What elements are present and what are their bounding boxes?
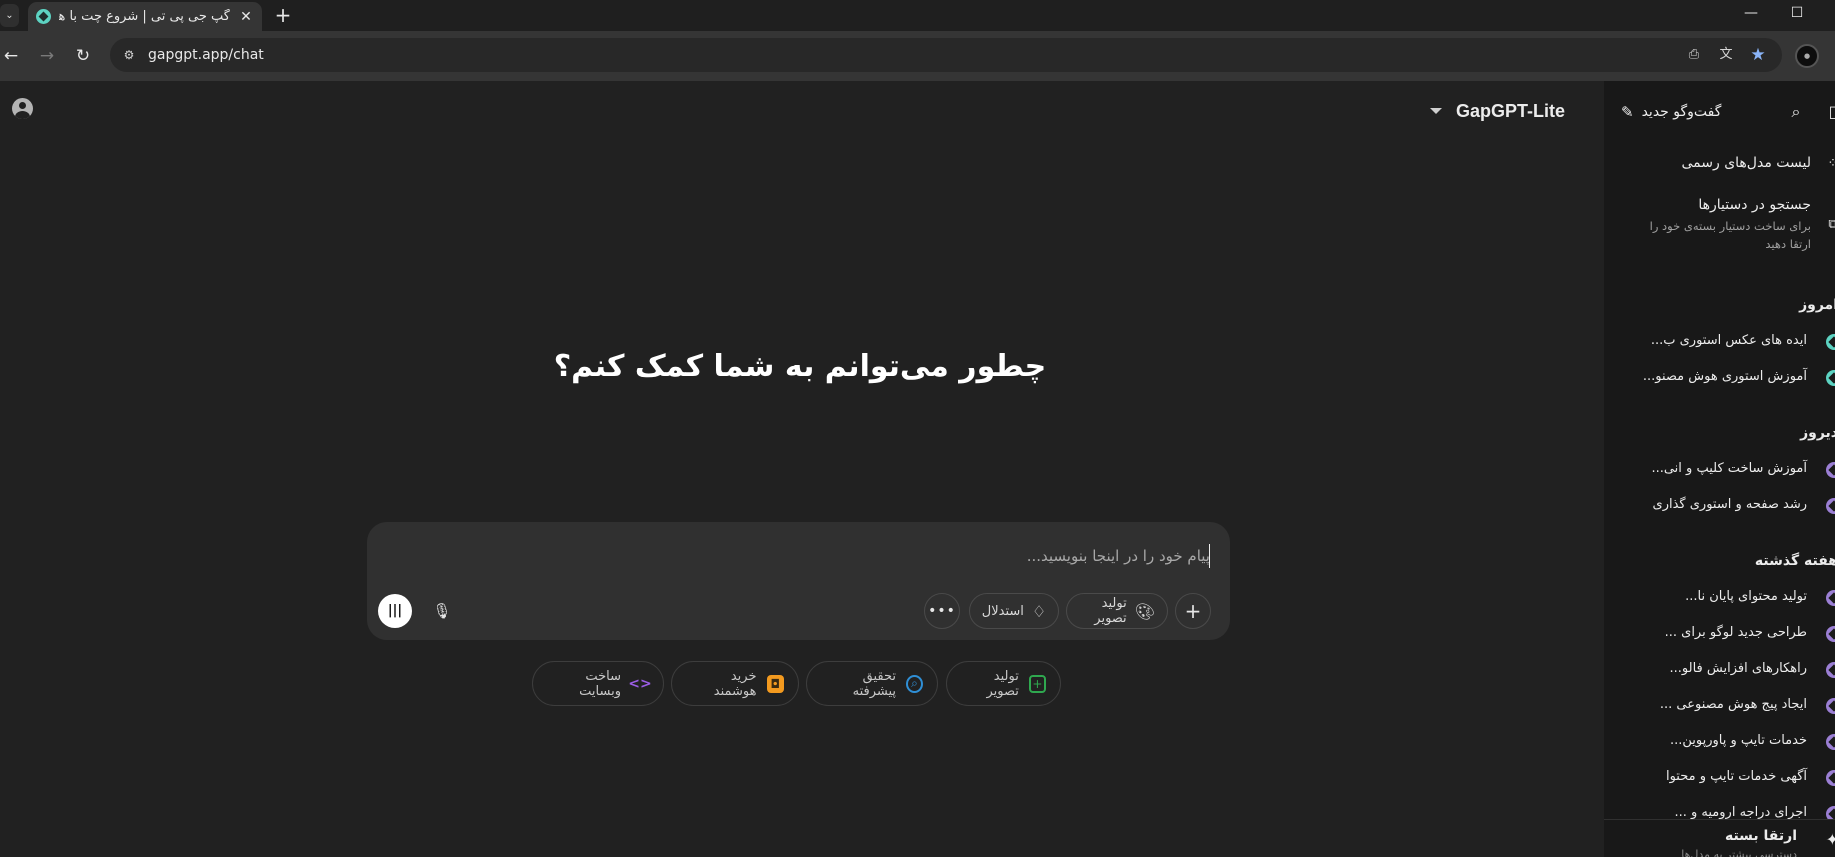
model-name: GapGPT-Lite: [1456, 100, 1566, 121]
browser-tab-bar: ⌄ گپ جی پی تی | شروع چت با هوش مصنوعی ✕ …: [0, 0, 1835, 31]
upgrade-banner[interactable]: ✦ ارتقا بسته دسترسی بیشتر به مدل‌ها: [1604, 819, 1835, 857]
chat-history-item[interactable]: ایده های عکس استوری ب...: [1651, 333, 1807, 348]
new-chat-button[interactable]: گفت‌وگو جدید ✎: [1621, 99, 1721, 125]
chat-model-icon: [1826, 698, 1835, 714]
tool-label: تولید تصویر: [1094, 596, 1127, 626]
reasoning-tool-button[interactable]: ♢ استدلال: [969, 593, 1059, 629]
chat-history-item[interactable]: رشد صفحه و استوری گذاری: [1653, 497, 1807, 512]
voice-mode-button[interactable]: |||: [378, 594, 412, 628]
chat-model-icon: [1826, 770, 1835, 786]
chat-history-item[interactable]: اجرای دراجه ارومیه و ...: [1674, 805, 1807, 820]
shopping-bag-icon: ◘: [766, 674, 784, 693]
minimize-icon[interactable]: —: [1741, 5, 1761, 25]
sparkle-icon: ✦: [1825, 830, 1835, 849]
forward-icon[interactable]: →: [34, 43, 60, 69]
section-title-last-week: هفته گذشته: [1754, 553, 1835, 569]
upgrade-title: ارتقا بسته: [1724, 828, 1797, 844]
attach-plus-button[interactable]: +: [1175, 593, 1211, 629]
chat-model-icon: [1826, 662, 1835, 678]
url-text[interactable]: gapgpt.app/chat: [148, 47, 264, 63]
suggestion-label: ساخت وبسایت: [579, 668, 621, 699]
suggestion-build-website[interactable]: <> ساخت وبسایت: [532, 661, 664, 706]
chat-history-item[interactable]: آگهی خدمات تایپ و محتوا: [1666, 769, 1807, 784]
chat-model-icon: [1826, 626, 1835, 642]
sidebar-toggle-icon[interactable]: ▯: [1822, 101, 1835, 123]
more-options-button[interactable]: •••: [924, 593, 960, 629]
sidebar-item-models[interactable]: لیست مدل‌های رسمی: [1681, 155, 1811, 171]
tool-label: استدلال: [981, 603, 1024, 619]
chat-history-item[interactable]: راهکارهای افزایش فالو...: [1670, 661, 1807, 676]
tab-close-icon[interactable]: ✕: [238, 9, 254, 25]
section-title-today: امروز: [1799, 297, 1835, 313]
chat-history-item[interactable]: خدمات تایپ و پاورپوین...: [1670, 733, 1807, 748]
chat-model-icon: [1826, 462, 1835, 478]
suggestion-advanced-research[interactable]: ⌕ تحقیق پیشرفته: [806, 661, 938, 706]
research-icon: ⌕: [906, 674, 923, 693]
message-composer: + 🎨︎ تولید تصویر ♢ استدلال ••• 🎙︎ |||: [367, 522, 1230, 640]
models-grid-icon: ⁘: [1825, 156, 1835, 172]
lightbulb-icon: ♢: [1031, 601, 1047, 621]
back-icon[interactable]: ←: [0, 43, 24, 69]
browser-toolbar: ← → ↻ ⚙ gapgpt.app/chat ⎙ 文 ★ ●: [0, 31, 1835, 81]
chat-history-item[interactable]: آموزش استوری هوش مصنو...: [1643, 369, 1807, 384]
tab-favicon-icon: [36, 9, 51, 24]
browser-tab[interactable]: گپ جی پی تی | شروع چت با هوش مصنوعی ✕: [28, 2, 262, 31]
maximize-icon[interactable]: ☐: [1787, 5, 1807, 25]
sidebar: ▯ ⌕ گفت‌وگو جدید ✎ ⁘ لیست مدل‌های رسمی ⧉…: [1604, 81, 1835, 857]
chat-history-item[interactable]: طراحی جدید لوگو برای ...: [1665, 625, 1807, 640]
site-info-icon[interactable]: ⚙: [120, 46, 138, 64]
chat-model-icon: [1826, 734, 1835, 750]
suggestion-smart-shopping[interactable]: ◘ خرید هوشمند: [671, 661, 799, 706]
assistants-upgrade-note: برای ساخت دستیار بسته‌ی خود را ارتقا دهی…: [1649, 219, 1811, 251]
suggestion-image-generation[interactable]: + تولید تصویر: [946, 661, 1061, 706]
assistants-icon: ⧉: [1828, 217, 1835, 232]
chat-model-icon: [1826, 370, 1835, 386]
message-input[interactable]: [430, 544, 1210, 568]
chat-history-item[interactable]: ایجاد پیج هوش مصنوعی ...: [1660, 697, 1807, 712]
section-title-yesterday: دیروز: [1800, 425, 1835, 441]
tab-title: گپ جی پی تی | شروع چت با هوش مصنوعی: [59, 9, 230, 24]
reload-icon[interactable]: ↻: [70, 43, 96, 69]
chat-app: GapGPT-Lite چطور می‌توانم به شما کمک کنم…: [0, 81, 1835, 857]
image-add-icon: +: [1028, 674, 1046, 693]
chevron-down-icon: [1430, 108, 1442, 114]
suggestion-label: تولید تصویر: [986, 668, 1019, 699]
translate-icon[interactable]: 文: [1716, 46, 1736, 64]
bookmark-star-icon[interactable]: ★: [1748, 46, 1768, 64]
profile-avatar[interactable]: ●: [1795, 44, 1819, 68]
page-title: چطور می‌توانم به شما کمک کنم؟: [553, 349, 1047, 384]
chat-model-icon: [1826, 590, 1835, 606]
text-cursor: [1209, 544, 1210, 568]
suggestion-label: خرید هوشمند: [713, 668, 757, 699]
model-selector[interactable]: GapGPT-Lite: [1430, 99, 1565, 123]
sidebar-item-assistants[interactable]: جستجو در دستیارها: [1698, 197, 1811, 213]
new-chat-label: گفت‌وگو جدید: [1641, 104, 1722, 120]
tab-list-icon[interactable]: ⌄: [0, 4, 19, 27]
microphone-icon[interactable]: 🎙︎: [431, 600, 453, 622]
upgrade-subtitle: دسترسی بیشتر به مدل‌ها: [1681, 848, 1797, 857]
chat-history-item[interactable]: تولید محتوای پایان نا...: [1685, 589, 1807, 604]
search-icon[interactable]: ⌕: [1785, 101, 1807, 123]
code-icon: <>: [628, 675, 652, 692]
address-bar[interactable]: ⚙ gapgpt.app/chat ⎙ 文 ★: [110, 38, 1782, 72]
new-tab-icon[interactable]: +: [272, 4, 294, 26]
chat-history-item[interactable]: آموزش ساخت کلیپ و انی...: [1651, 461, 1807, 476]
palette-icon: 🎨︎: [1134, 601, 1155, 621]
suggestion-label: تحقیق پیشرفته: [852, 668, 897, 699]
install-app-icon[interactable]: ⎙: [1684, 46, 1704, 64]
user-account-icon[interactable]: [12, 98, 33, 119]
image-generation-tool-button[interactable]: 🎨︎ تولید تصویر: [1066, 593, 1168, 629]
chat-model-icon: [1826, 498, 1835, 514]
edit-icon: ✎: [1621, 103, 1634, 121]
chat-model-icon: [1826, 334, 1835, 350]
